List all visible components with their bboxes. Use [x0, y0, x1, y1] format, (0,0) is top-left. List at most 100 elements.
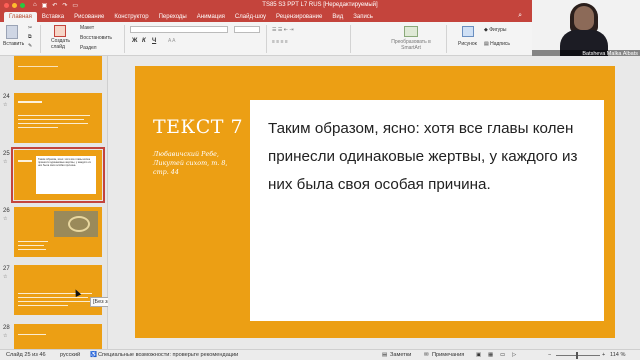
zoom-in-icon[interactable]: + — [602, 352, 605, 358]
tab-slideshow[interactable]: Слайд-шоу — [230, 14, 271, 22]
slide-thumbnail[interactable] — [14, 56, 102, 80]
paste-button[interactable]: Вставить — [3, 41, 24, 47]
copy-icon[interactable]: ⧉ — [28, 34, 32, 40]
star-icon: ☆ — [3, 274, 8, 280]
thumbnail-line — [18, 301, 90, 302]
undo-icon[interactable]: ↶ — [52, 2, 57, 9]
slide-thumbnail-25[interactable]: Таким образом, ясно: хотя все главы коле… — [11, 147, 105, 203]
thumbnail-line — [18, 119, 84, 120]
ribbon-divider — [350, 25, 351, 53]
new-slide-button[interactable]: Создать слайд — [51, 38, 70, 50]
ribbon-divider — [40, 25, 41, 53]
tab-view[interactable]: Вид — [327, 14, 348, 22]
section-button[interactable]: Раздел — [80, 45, 97, 51]
accessibility-status[interactable]: Специальные возможности: проверьте реком… — [98, 352, 238, 358]
slideshow-icon[interactable]: ▭ — [72, 2, 78, 9]
current-slide[interactable]: ТЕКСТ 7 Любавичский Ребе, Ликутей сихот,… — [135, 66, 615, 338]
slide-thumbnail-27[interactable] — [14, 265, 102, 315]
thumbnail-line — [18, 249, 46, 250]
text-effects-icon[interactable]: A A — [168, 38, 176, 44]
thumbnail-line — [18, 241, 48, 242]
thumbnail-line — [18, 123, 88, 124]
tab-draw[interactable]: Рисование — [69, 14, 109, 22]
slide-editor[interactable]: ТЕКСТ 7 Любавичский Ребе, Ликутей сихот,… — [108, 56, 640, 349]
picture-icon[interactable] — [462, 26, 474, 37]
ribbon-home: Вставить ✂ ⧉ ✎ Создать слайд Макет Восст… — [0, 22, 532, 56]
notes-button[interactable]: Заметки — [390, 352, 411, 358]
underline-button[interactable]: Ч — [152, 38, 156, 44]
thumbnail-line — [18, 127, 58, 128]
slide-thumbnail-26[interactable] — [14, 207, 102, 257]
notes-icon: ▤ — [382, 352, 388, 358]
comments-button[interactable]: Примечания — [432, 352, 464, 358]
layout-button[interactable]: Макет — [80, 25, 94, 31]
zoom-level[interactable]: 114 % — [610, 352, 625, 358]
normal-view-icon[interactable]: ▣ — [476, 352, 481, 358]
tab-record[interactable]: Запись — [348, 14, 378, 22]
slide-number: 27 — [3, 266, 10, 272]
save-icon[interactable]: ▣ — [42, 2, 48, 9]
slide-thumbnail-24[interactable] — [14, 93, 102, 143]
tab-insert[interactable]: Вставка — [37, 14, 69, 22]
font-name-field[interactable] — [130, 26, 228, 33]
home-icon[interactable]: ⌂ — [33, 2, 37, 9]
zoom-out-icon[interactable]: − — [548, 352, 551, 358]
zoom-slider[interactable] — [556, 355, 600, 356]
thumbnail-line — [18, 66, 58, 67]
slide-thumbnail-28[interactable] — [14, 324, 102, 349]
reading-view-icon[interactable]: ▭ — [500, 352, 505, 358]
cut-icon[interactable]: ✂ — [28, 25, 32, 31]
sorter-view-icon[interactable]: ▦ — [488, 352, 493, 358]
close-window-button[interactable] — [4, 3, 9, 8]
minimize-window-button[interactable] — [12, 3, 17, 8]
bold-button[interactable]: Ж — [132, 38, 137, 44]
slide-heading[interactable]: ТЕКСТ 7 — [153, 116, 243, 138]
slide-number: 28 — [3, 325, 10, 331]
thumbnail-line — [18, 334, 46, 335]
bullets-icon[interactable]: ☰ ☰ ⇤ ⇥ — [272, 27, 294, 33]
comments-icon: ✉ — [424, 352, 429, 358]
language-indicator[interactable]: русский — [60, 352, 80, 358]
search-icon[interactable]: ⌕ — [518, 12, 522, 20]
font-size-field[interactable] — [234, 26, 260, 33]
webcam-person-face — [574, 6, 594, 30]
powerpoint-window: ⌂ ▣ ↶ ↷ ▭ TS85 S3 PPT L7 RUS [Нередактир… — [0, 0, 640, 360]
glasses-image — [68, 216, 90, 232]
zoom-slider-handle[interactable] — [576, 352, 578, 359]
textbox-button[interactable]: ▤ Надпись — [484, 41, 510, 47]
slide-number: 26 — [3, 208, 10, 214]
shapes-button[interactable]: ◆ Фигуры — [484, 27, 506, 33]
picture-button[interactable]: Рисунок — [458, 41, 477, 47]
quick-access-toolbar: ⌂ ▣ ↶ ↷ ▭ — [33, 2, 78, 9]
slide-body-text[interactable]: Таким образом, ясно: хотя все главы коле… — [268, 115, 598, 199]
smartart-icon[interactable] — [404, 26, 418, 37]
thumbnail-text-box: Таким образом, ясно: хотя все главы коле… — [36, 156, 96, 194]
reset-button[interactable]: Восстановить — [80, 35, 112, 41]
tab-animations[interactable]: Анимация — [192, 14, 230, 22]
tab-design[interactable]: Конструктор — [109, 14, 153, 22]
thumbnail-photo — [54, 211, 98, 237]
tab-review[interactable]: Рецензирование — [271, 14, 327, 22]
new-slide-icon[interactable] — [54, 25, 66, 37]
tab-home[interactable]: Главная — [4, 12, 37, 22]
format-painter-icon[interactable]: ✎ — [28, 43, 32, 49]
paste-icon[interactable] — [6, 25, 18, 39]
ribbon-divider — [266, 25, 267, 53]
tab-transitions[interactable]: Переходы — [154, 14, 192, 22]
slide-text-box[interactable]: Таким образом, ясно: хотя все главы коле… — [250, 100, 604, 321]
slide-number: 24 — [3, 94, 10, 100]
italic-button[interactable]: К — [142, 38, 146, 44]
star-icon: ☆ — [3, 216, 8, 222]
convert-smartart-button[interactable]: Преобразовать в SmartArt — [388, 39, 434, 51]
thumbnail-line — [18, 305, 68, 306]
shapes-label: Фигуры — [489, 27, 507, 33]
thumbnail-line — [18, 115, 90, 116]
redo-icon[interactable]: ↷ — [62, 2, 67, 9]
slide-number: 25 — [3, 151, 10, 157]
ribbon-divider — [124, 25, 125, 53]
slideshow-view-icon[interactable]: ▷ — [512, 352, 516, 358]
slide-source-citation[interactable]: Любавичский Ребе, Ликутей сихот, т. 8, с… — [153, 150, 241, 177]
star-icon: ☆ — [3, 102, 8, 108]
align-icon[interactable]: ≡ ≡ ≡ ≡ — [272, 39, 288, 45]
maximize-window-button[interactable] — [20, 3, 25, 8]
